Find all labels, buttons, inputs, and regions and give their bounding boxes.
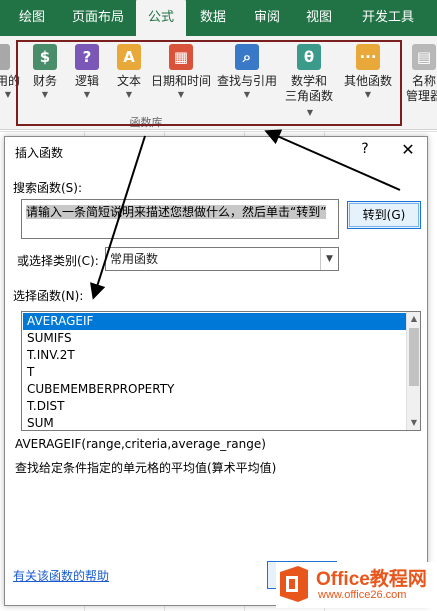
arrow-to-ribbon — [264, 129, 401, 191]
annotation-arrows — [90, 129, 401, 300]
watermark: Office教程网 www.office26.com — [276, 562, 436, 608]
office-logo-icon — [280, 566, 308, 602]
arrow-to-function-list — [90, 135, 146, 300]
watermark-brand: Office教程网 — [316, 569, 427, 590]
watermark-url: www.office26.com — [318, 589, 407, 601]
